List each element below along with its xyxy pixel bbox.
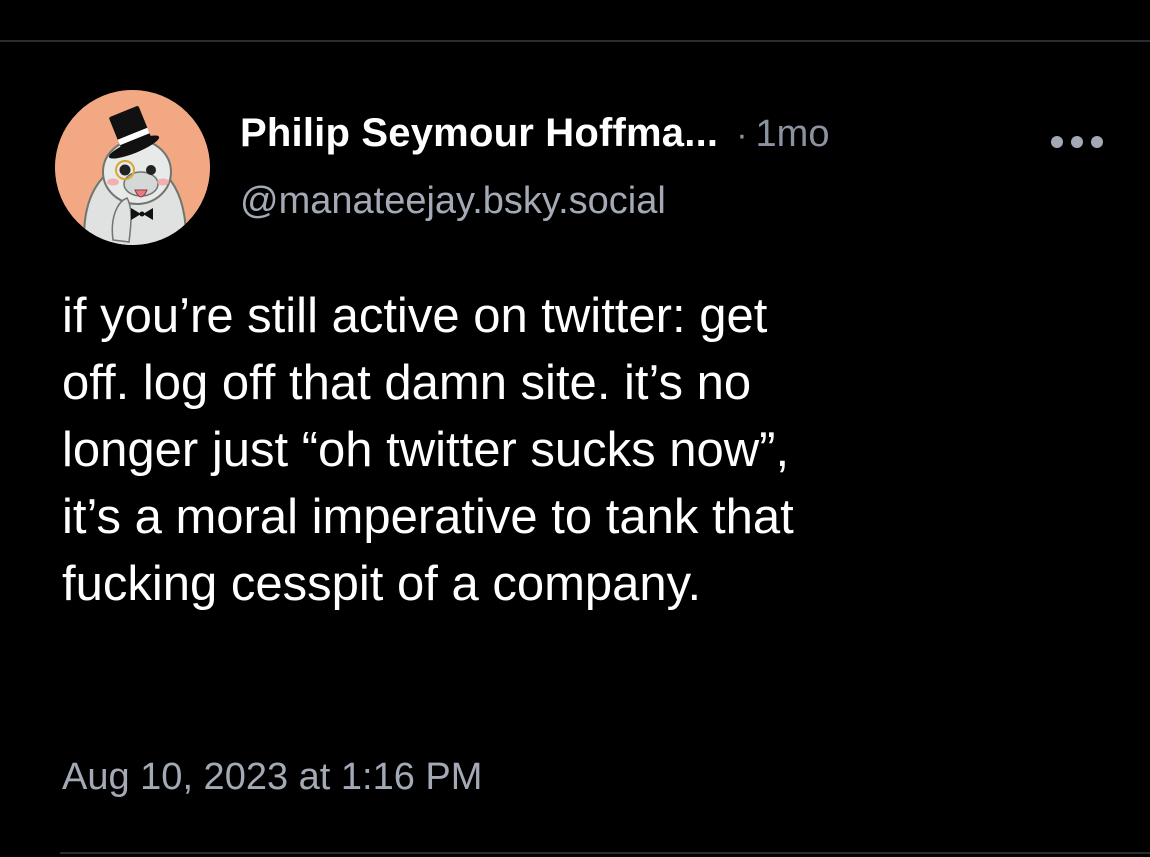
post-full-timestamp: Aug 10, 2023 at 1:16 PM — [62, 756, 483, 798]
author-display-name[interactable]: Philip Seymour Hoffma... — [240, 111, 718, 156]
relative-timestamp[interactable]: 1mo — [756, 113, 830, 156]
author-line: Philip Seymour Hoffma... · 1mo — [240, 111, 829, 163]
top-divider — [0, 40, 1150, 42]
manatee-avatar-icon — [55, 90, 210, 245]
bottom-divider — [60, 852, 1150, 854]
post-text: if you’re still active on twitter: get o… — [62, 289, 794, 611]
separator-dot: · — [736, 116, 748, 154]
more-options-button[interactable] — [1043, 120, 1111, 164]
avatar[interactable] — [55, 90, 210, 245]
author-handle[interactable]: @manateejay.bsky.social — [240, 180, 666, 223]
ellipsis-icon — [1051, 136, 1103, 148]
